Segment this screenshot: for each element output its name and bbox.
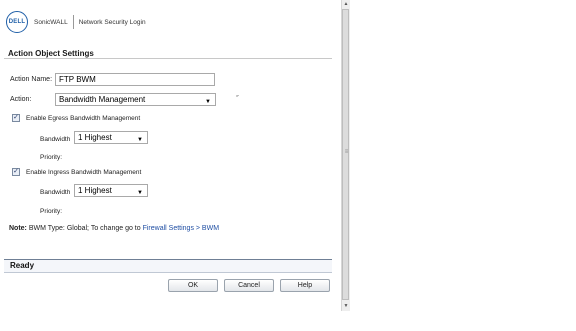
ingress-bandwidth-label: Bandwidth [40, 189, 71, 196]
ingress-priority-label: Priority: [40, 208, 63, 215]
help-button[interactable]: Help [280, 279, 330, 292]
action-name-label: Action Name: [10, 76, 53, 83]
ingress-bandwidth-value: 1 Highest [78, 186, 112, 195]
action-select-value: Bandwidth Management [59, 95, 146, 104]
status-bar: Ready [4, 259, 332, 273]
ok-button[interactable]: OK [168, 279, 218, 292]
note-prefix: Note: [9, 225, 27, 232]
note-text: BWM Type: Global; To change go to [26, 225, 143, 232]
grip-icon: ≡ [344, 149, 349, 155]
section-divider [4, 58, 332, 59]
action-name-input[interactable]: FTP BWM [55, 73, 215, 86]
scroll-up-icon[interactable]: ▲ [342, 0, 350, 8]
egress-bandwidth-value: 1 Highest [78, 133, 112, 142]
vertical-scrollbar[interactable]: ▲ ≡ ▼ [341, 0, 350, 311]
dialog-header: DELL SonicWALL Network Security Login [6, 8, 146, 36]
brand-name: SonicWALL [34, 18, 68, 26]
egress-bandwidth-select[interactable]: 1 Highest ▼ [74, 131, 148, 144]
chevron-down-icon: ▼ [137, 137, 143, 143]
action-label: Action: [10, 96, 32, 103]
action-object-dialog: DELL SonicWALL Network Security Login Ac… [0, 0, 340, 331]
firewall-settings-link[interactable]: Firewall Settings > BWM [143, 225, 219, 232]
egress-label: Enable Egress Bandwidth Management [26, 115, 141, 122]
header-title: Network Security Login [78, 18, 146, 26]
status-text: Ready [10, 261, 35, 270]
ingress-bandwidth-select[interactable]: 1 Highest ▼ [74, 184, 148, 197]
scroll-down-icon[interactable]: ▼ [342, 302, 350, 310]
chevron-down-icon: ▼ [205, 99, 211, 105]
check-icon: ✓ [13, 114, 19, 121]
section-title: Action Object Settings [8, 49, 94, 58]
scroll-thumb[interactable]: ≡ [342, 9, 349, 300]
chevron-down-icon: ▼ [137, 190, 143, 196]
header-divider [72, 15, 74, 29]
egress-priority-label: Priority: [40, 154, 63, 161]
action-select[interactable]: Bandwidth Management ▼ [55, 93, 216, 106]
cancel-button[interactable]: Cancel [224, 279, 274, 292]
ingress-checkbox[interactable]: ✓ [12, 168, 20, 176]
egress-checkbox[interactable]: ✓ [12, 114, 20, 122]
egress-bandwidth-label: Bandwidth [40, 136, 71, 143]
dell-logo: DELL [6, 11, 28, 33]
check-icon: ✓ [13, 168, 19, 175]
bwm-note: Note: BWM Type: Global; To change go to … [9, 225, 219, 232]
decorative-tick: ˝ [236, 96, 239, 103]
ingress-label: Enable Ingress Bandwidth Management [26, 169, 142, 176]
